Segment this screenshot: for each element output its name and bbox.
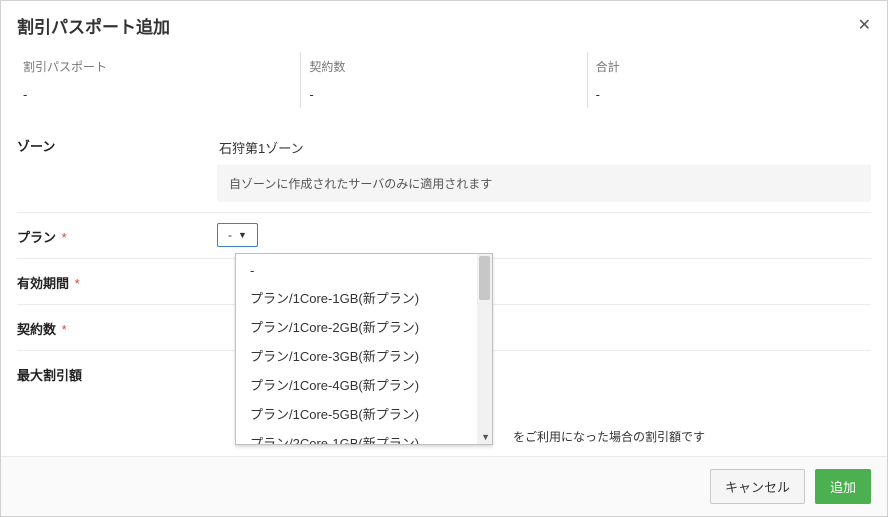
required-mark: *: [75, 276, 80, 291]
label-valid-period: 有効期間 *: [17, 269, 217, 292]
plan-option[interactable]: プラン/1Core-2GB(新プラン): [236, 312, 477, 341]
plan-option[interactable]: プラン/2Core-1GB(新プラン): [236, 428, 477, 444]
submit-button[interactable]: 追加: [815, 469, 871, 504]
summary-total-value: -: [596, 87, 865, 102]
label-plan: プラン *: [17, 223, 217, 246]
summary-total-label: 合計: [596, 58, 865, 75]
label-contracts: 契約数 *: [17, 315, 217, 338]
zone-note: 自ゾーンに作成されたサーバのみに適用されます: [217, 165, 871, 202]
summary-total: 合計 -: [587, 52, 873, 108]
scrollbar-thumb[interactable]: [479, 256, 490, 300]
required-mark: *: [62, 230, 67, 245]
zone-value: 石狩第1ゾーン: [219, 138, 871, 157]
plan-option[interactable]: プラン/1Core-1GB(新プラン): [236, 283, 477, 312]
plan-dropdown: - プラン/1Core-1GB(新プラン) プラン/1Core-2GB(新プラン…: [235, 253, 493, 445]
modal-footer: キャンセル 追加: [1, 456, 887, 516]
discount-help-text: をご利用になった場合の割引額です: [513, 428, 705, 445]
modal-add-discount-passport: 割引パスポート追加 ✕ 割引パスポート - 契約数 - 合計 - ゾーン 石狩第…: [0, 0, 888, 517]
dropdown-scrollbar[interactable]: [477, 254, 492, 444]
plan-select[interactable]: - ▼: [217, 223, 258, 247]
label-valid-period-text: 有効期間: [17, 276, 69, 291]
chevron-down-icon: ▼: [238, 230, 247, 240]
modal-header: 割引パスポート追加 ✕: [1, 1, 887, 44]
label-plan-text: プラン: [17, 230, 56, 245]
plan-select-value: -: [228, 228, 232, 242]
plan-option[interactable]: プラン/1Core-5GB(新プラン): [236, 399, 477, 428]
summary-passport-label: 割引パスポート: [23, 58, 292, 75]
summary-contracts: 契約数 -: [300, 52, 586, 108]
form-body: ゾーン 石狩第1ゾーン 自ゾーンに作成されたサーバのみに適用されます プラン *…: [1, 108, 887, 456]
required-mark: *: [62, 322, 67, 337]
chevron-down-icon: ▼: [481, 432, 490, 442]
label-contracts-text: 契約数: [17, 322, 56, 337]
row-zone: ゾーン 石狩第1ゾーン 自ゾーンに作成されたサーバのみに適用されます: [17, 122, 871, 213]
label-zone: ゾーン: [17, 132, 217, 155]
plan-option[interactable]: -: [236, 258, 477, 283]
cancel-button[interactable]: キャンセル: [710, 469, 805, 504]
plan-option[interactable]: プラン/1Core-4GB(新プラン): [236, 370, 477, 399]
label-max-discount: 最大割引額: [17, 361, 217, 384]
summary-passport: 割引パスポート -: [15, 52, 300, 108]
summary-contracts-value: -: [309, 87, 578, 102]
summary-contracts-label: 契約数: [309, 58, 578, 75]
close-icon[interactable]: ✕: [858, 18, 871, 34]
plan-option[interactable]: プラン/1Core-3GB(新プラン): [236, 341, 477, 370]
summary-bar: 割引パスポート - 契約数 - 合計 -: [1, 44, 887, 108]
plan-dropdown-list[interactable]: - プラン/1Core-1GB(新プラン) プラン/1Core-2GB(新プラン…: [236, 254, 477, 444]
modal-title: 割引パスポート追加: [17, 13, 170, 38]
summary-passport-value: -: [23, 87, 292, 102]
